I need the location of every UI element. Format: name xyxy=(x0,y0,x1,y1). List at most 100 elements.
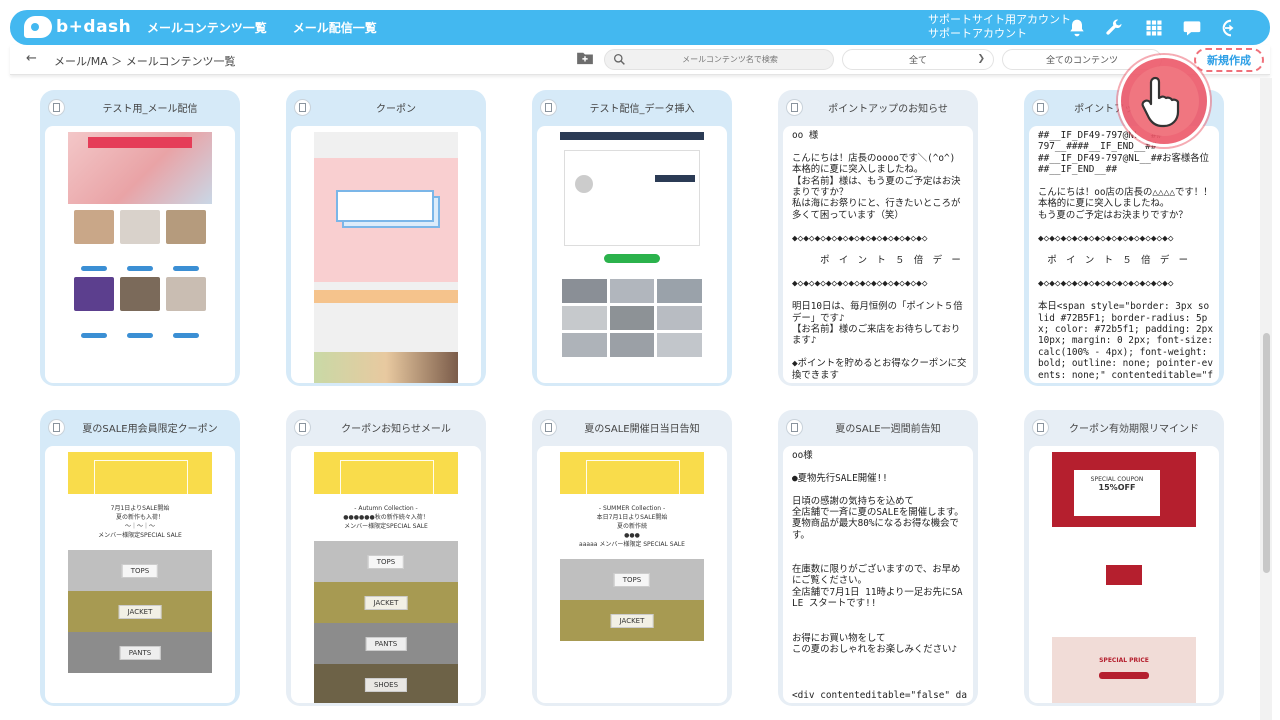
card-header: 夏のSALE一週間前告知 xyxy=(778,410,978,446)
sale-line: 本日7月1日よりSALE開始 xyxy=(596,514,668,521)
job-photo xyxy=(120,210,160,244)
content-card[interactable]: 夏のSALE開催日当日告知 - SUMMER Collection - 本日7月1日… xyxy=(532,410,732,706)
card-header: ポイントアップのお知らせ xyxy=(778,90,978,126)
job-detail-button xyxy=(81,333,107,338)
card-header: 夏のSALE開催日当日告知 xyxy=(532,410,732,446)
logo-text: b+dash xyxy=(56,17,132,37)
content-card[interactable]: クーポンお知らせメール - Autumn Collection - ●●●●●●秋の… xyxy=(286,410,486,706)
job-photo xyxy=(74,277,114,311)
filter-select-status[interactable]: 全て ❯ xyxy=(842,49,994,70)
new-create-button-label: 新規作成 xyxy=(1207,54,1251,67)
content-card[interactable]: クーポン xyxy=(286,90,486,386)
special-price-button xyxy=(1099,672,1149,679)
grid-icon[interactable] xyxy=(1143,17,1165,39)
search-box xyxy=(604,49,834,70)
document-icon xyxy=(786,99,803,116)
sale-line: ●●● xyxy=(624,532,640,539)
category-label: TOPS xyxy=(121,563,159,578)
logout-icon[interactable] xyxy=(1220,17,1242,39)
card-preview[interactable] xyxy=(45,126,235,383)
document-glyph xyxy=(791,423,798,432)
grid-photo xyxy=(562,279,607,303)
main-nav: メールコンテンツ一覧 メール配信一覧 xyxy=(147,19,377,36)
card-preview[interactable]: oo 様 こんにちは！店長のooooです＼(^o^) 本格的に夏に突入しましたね… xyxy=(783,126,973,383)
avatar xyxy=(575,175,593,193)
card-preview[interactable]: SPECIAL COUPON 15%OFF SPECIAL PRICE xyxy=(1029,446,1219,703)
card-title: 夏のSALE一週間前告知 xyxy=(835,424,941,435)
nav-mail-delivery-list[interactable]: メール配信一覧 xyxy=(293,19,377,36)
html-mail-preview xyxy=(560,132,704,383)
card-preview[interactable] xyxy=(291,126,481,383)
wrench-icon[interactable] xyxy=(1103,17,1125,39)
category-label: TOPS xyxy=(613,572,651,587)
tap-hand-highlight xyxy=(1118,55,1210,147)
card-title: クーポン有効期限リマインド xyxy=(1069,424,1199,435)
scrollbar-thumb[interactable] xyxy=(1263,333,1270,573)
category-label: SHOES xyxy=(364,677,408,692)
account-info[interactable]: サポートサイト用アカウント サポートアカウント xyxy=(928,13,1071,41)
food-photo xyxy=(314,352,458,383)
chat-icon[interactable] xyxy=(1181,17,1203,39)
plain-text-preview: ##__IF_DF49-797@NL__## 797__####__IF_END… xyxy=(1038,130,1213,380)
new-create-button[interactable]: 新規作成 xyxy=(1194,48,1264,72)
card-title: 夏のSALE用会員限定クーポン xyxy=(82,424,218,435)
document-glyph xyxy=(1037,423,1044,432)
sale-banner xyxy=(560,452,704,500)
job-text xyxy=(120,311,160,331)
chevron-down-icon: ❯ xyxy=(977,54,985,64)
html-mail-preview: - Autumn Collection - ●●●●●●秋の新作続々入荷！ メンバー… xyxy=(314,452,458,703)
category-block: TOPS xyxy=(560,559,704,600)
category-block: SHOES xyxy=(314,664,458,703)
job-detail-button xyxy=(127,266,153,271)
html-mail-preview xyxy=(68,132,212,383)
back-arrow-icon[interactable]: ← xyxy=(26,51,37,66)
card-preview[interactable]: - SUMMER Collection - 本日7月1日よりSALE開始 夏の新作続… xyxy=(537,446,727,703)
category-label: JACKET xyxy=(364,595,408,610)
card-preview[interactable]: oo様 ●夏物先行SALE開催!! 日頃の感謝の気持ちを込めて 全店舗で一斉に夏… xyxy=(783,446,973,703)
grid-photo xyxy=(657,306,702,330)
card-title: ポイントアップのお知らせ xyxy=(828,104,948,115)
banner-frame xyxy=(586,460,680,500)
bdash-logo[interactable]: b+dash xyxy=(24,16,131,38)
category-label: JACKET xyxy=(118,604,162,619)
reminder-body xyxy=(1052,527,1196,637)
sale-banner xyxy=(68,452,212,500)
job-item xyxy=(120,210,160,271)
cta-button xyxy=(604,254,660,263)
banner-ribbon xyxy=(88,137,192,148)
content-card[interactable]: 夏のSALE用会員限定クーポン 7月1日よりSALE開始 夏の新作も入荷！ 〜｜〜｜〜… xyxy=(40,410,240,706)
card-preview[interactable]: 7月1日よりSALE開始 夏の新作も入荷！ 〜｜〜｜〜 メンバー様限定SPECIAL … xyxy=(45,446,235,703)
add-folder-icon[interactable] xyxy=(576,51,594,65)
category-block: JACKET xyxy=(314,582,458,623)
bell-icon[interactable] xyxy=(1066,17,1088,39)
category-label: JACKET xyxy=(610,613,654,628)
label-tag xyxy=(655,175,695,182)
job-item xyxy=(166,277,206,338)
category-block: PANTS xyxy=(314,623,458,664)
content-card[interactable]: テスト用_メール配信 xyxy=(40,90,240,386)
special-price-label: SPECIAL PRICE xyxy=(1099,657,1149,664)
card-preview[interactable]: ##__IF_DF49-797@NL__## 797__####__IF_END… xyxy=(1029,126,1219,383)
content-card[interactable]: 夏のSALE一週間前告知 oo様 ●夏物先行SALE開催!! 日頃の感謝の気持ちを… xyxy=(778,410,978,706)
job-item xyxy=(74,210,114,271)
content-card[interactable]: クーポン有効期限リマインド SPECIAL COUPON 15%OFF SPECIAL… xyxy=(1024,410,1224,706)
grid-photo xyxy=(657,279,702,303)
card-title: クーポン xyxy=(376,104,416,115)
card-preview[interactable]: - Autumn Collection - ●●●●●●秋の新作続々入荷！ メンバー… xyxy=(291,446,481,703)
content-card[interactable]: テスト配信_データ挿入 xyxy=(532,90,732,386)
content-card[interactable]: ポイントアップのお知らせ oo 様 こんにちは！店長のooooです＼(^o^) 本… xyxy=(778,90,978,386)
job-photo xyxy=(120,277,160,311)
nav-mail-content-list[interactable]: メールコンテンツ一覧 xyxy=(147,19,267,36)
card-title: テスト配信_データ挿入 xyxy=(589,104,695,115)
card-header: クーポン xyxy=(286,90,486,126)
card-header: クーポン有効期限リマインド xyxy=(1024,410,1224,446)
job-item xyxy=(166,210,206,271)
coupon-code-box xyxy=(1106,565,1142,585)
job-photo xyxy=(166,210,206,244)
page-scrollbar[interactable] xyxy=(1260,78,1272,720)
search-input[interactable] xyxy=(635,52,825,67)
card-preview[interactable] xyxy=(537,126,727,383)
job-detail-button xyxy=(81,266,107,271)
filter-select-content-type-value: 全てのコンテンツ xyxy=(1045,56,1118,66)
job-text xyxy=(74,311,114,331)
